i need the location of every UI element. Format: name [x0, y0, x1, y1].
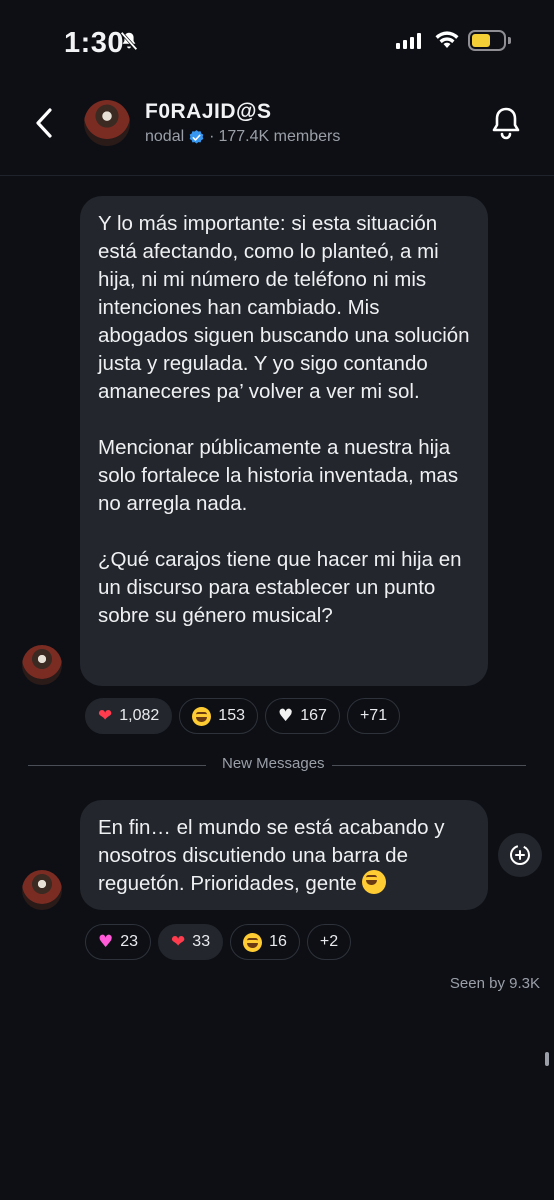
channel-name[interactable]: F0RAJID@S: [145, 100, 272, 124]
message-bubble[interactable]: Y lo más importante: si esta situación e…: [80, 196, 488, 686]
verified-badge-icon: [189, 129, 204, 144]
sender-avatar[interactable]: [22, 645, 62, 685]
message-bubble[interactable]: En fin… el mundo se está acabando y noso…: [80, 800, 488, 910]
reaction-count: 16: [269, 933, 287, 950]
subtitle-separator: ·: [209, 128, 215, 145]
message-paragraph-wrap: En fin… el mundo se está acabando y noso…: [98, 814, 470, 898]
status-bar: 1:30: [0, 0, 554, 84]
divider-label: New Messages: [222, 755, 325, 772]
add-reaction-button[interactable]: [498, 833, 542, 877]
message-paragraph: ¿Qué carajos tiene que hacer mi hija en …: [98, 548, 468, 627]
white-heart-icon: ♥: [278, 705, 294, 726]
new-messages-divider: New Messages: [28, 755, 526, 772]
tears-of-joy-icon: [362, 870, 387, 894]
reaction-count: +71: [359, 707, 388, 724]
reaction-chip[interactable]: ❤ 33: [158, 924, 224, 960]
sender-avatar[interactable]: [22, 870, 62, 910]
reaction-count: 153: [218, 707, 245, 724]
tears-of-joy-icon: [192, 706, 212, 726]
reaction-chip[interactable]: 153: [179, 698, 258, 734]
battery-tip: [508, 37, 511, 44]
reaction-count: 33: [192, 933, 211, 950]
red-heart-icon: ❤: [98, 705, 113, 726]
back-chevron-icon[interactable]: [30, 106, 60, 140]
reaction-bar: ♥ 23 ❤ 33 16 +2: [85, 924, 352, 960]
reaction-chip[interactable]: ♥ 167: [265, 698, 340, 734]
message-paragraph: En fin… el mundo se está acabando y noso…: [98, 816, 451, 895]
reaction-count: +2: [319, 933, 339, 950]
tears-of-joy-icon: [243, 932, 263, 952]
wifi-icon: [435, 31, 459, 48]
notification-bell-icon[interactable]: [488, 104, 524, 142]
seen-by-label[interactable]: Seen by 9.3K: [450, 975, 540, 992]
reaction-chip[interactable]: ❤ 1,082: [85, 698, 173, 734]
message-paragraph: Y lo más importante: si esta situación e…: [98, 212, 476, 403]
divider-line: [28, 765, 206, 766]
channel-subtitle: nodal · 177.4K members: [145, 128, 340, 146]
battery-level: [472, 34, 490, 47]
more-reactions-chip[interactable]: +71: [346, 698, 401, 734]
reaction-chip[interactable]: 16: [230, 924, 300, 960]
divider-line: [332, 765, 526, 766]
status-time: 1:30: [64, 27, 125, 59]
channel-header: F0RAJID@S nodal · 177.4K members: [0, 84, 554, 176]
scroll-indicator[interactable]: [545, 1052, 549, 1066]
pink-heart-icon: ♥: [98, 931, 114, 952]
cellular-signal-icon: [396, 33, 421, 49]
battery-icon: [468, 30, 506, 51]
add-emoji-icon: [510, 845, 530, 865]
bell-off-icon: [120, 31, 138, 51]
channel-avatar[interactable]: [84, 100, 130, 146]
reaction-bar: ❤ 1,082 153 ♥ 167 +71: [85, 698, 401, 734]
member-count: 177.4K members: [218, 128, 341, 145]
reaction-chip[interactable]: ♥ 23: [85, 924, 152, 960]
reaction-count: 23: [120, 933, 139, 950]
channel-owner: nodal: [145, 128, 185, 145]
reaction-count: 167: [300, 707, 327, 724]
red-heart-icon: ❤: [171, 931, 186, 952]
reaction-count: 1,082: [119, 707, 160, 724]
more-reactions-chip[interactable]: +2: [306, 924, 352, 960]
message-paragraph: Mencionar públicamente a nuestra hija so…: [98, 436, 464, 515]
